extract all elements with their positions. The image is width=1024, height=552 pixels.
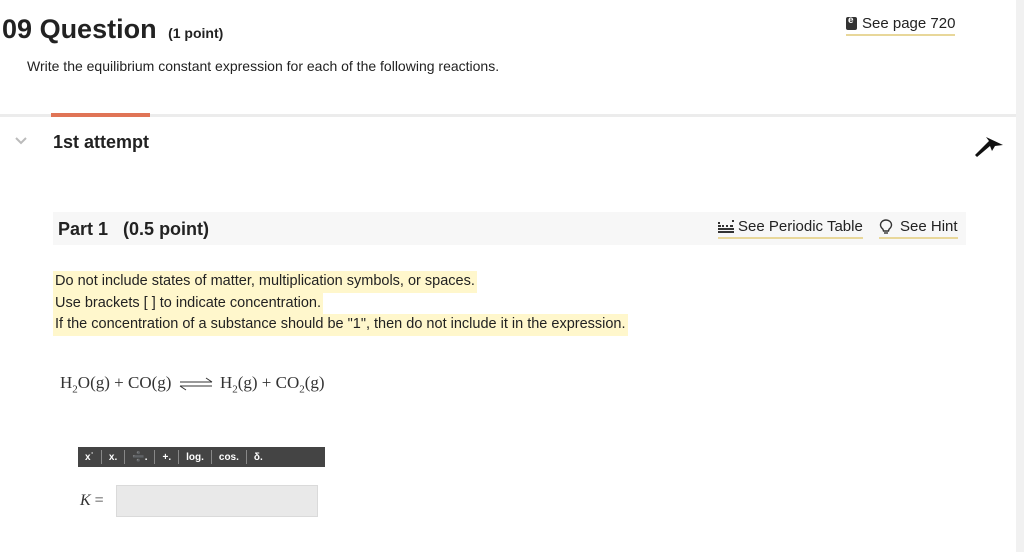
fraction-button[interactable]: ➗. [125,450,156,464]
answer-variable: K [80,492,91,509]
operators-button[interactable]: +. [155,450,180,464]
eq-state: (g) [304,373,325,392]
answer-equals: = [94,492,104,509]
see-page-label: See page 720 [862,15,956,32]
lightbulb-icon [879,218,893,234]
part-header: Part 1 (0.5 point) See Periodic Table Se… [53,212,966,245]
eq-state: (g) [237,373,258,392]
log-button[interactable]: log. [179,450,212,464]
subscript-button[interactable]: x. [102,450,126,464]
table-icon [718,219,734,233]
header-divider [0,114,1016,117]
question-points: (1 point) [168,25,224,41]
scrollbar[interactable] [1016,0,1024,552]
eq-text: H [60,373,73,392]
question-number: 09 [2,14,33,44]
superscript-button[interactable]: x˙ [78,450,102,464]
note-item: If the concentration of a substance shou… [53,314,628,336]
chevron-down-icon[interactable] [15,135,27,147]
hint-link[interactable]: See Hint [879,218,958,239]
note-item: Do not include states of matter, multipl… [53,271,477,293]
part-name: Part 1 [58,219,109,239]
equilibrium-arrow-icon [179,377,212,391]
see-page-link[interactable]: See page 720 [846,15,956,36]
periodic-table-link[interactable]: See Periodic Table [718,218,863,239]
part-points: (0.5 point) [123,219,210,239]
active-tab-indicator [51,113,150,117]
eq-state: (g) [90,373,110,392]
question-title: 09 Question (1 point) [2,14,223,45]
eq-text: CO [275,373,300,392]
note-item: Use brackets [ ] to indicate concentrati… [53,292,323,314]
eq-plus: + [114,373,124,392]
question-label: Question [39,14,157,44]
reaction-equation: H2O(g) + CO(g) H2(g) + CO2(g) [60,373,325,395]
part-title: Part 1 (0.5 point) [58,219,209,240]
flag-icon[interactable] [973,133,1005,159]
instruction-notes: Do not include states of matter, multipl… [53,271,628,336]
eq-text: H [219,373,233,392]
hint-label: See Hint [900,218,958,235]
eq-state: (g) [151,373,172,392]
trig-button[interactable]: cos. [212,450,247,464]
answer-input[interactable] [116,485,318,517]
attempt-label[interactable]: 1st attempt [53,132,149,153]
periodic-table-label: See Periodic Table [738,218,863,235]
greek-button[interactable]: δ. [247,450,270,464]
eq-text: O [77,373,91,392]
eq-plus: + [261,373,272,392]
book-icon [846,15,857,30]
eq-text: CO [127,373,152,392]
math-toolbar: x˙ x. ➗. +. log. cos. δ. [78,447,325,467]
answer-label: K = [80,492,104,510]
question-instructions: Write the equilibrium constant expressio… [27,58,500,74]
